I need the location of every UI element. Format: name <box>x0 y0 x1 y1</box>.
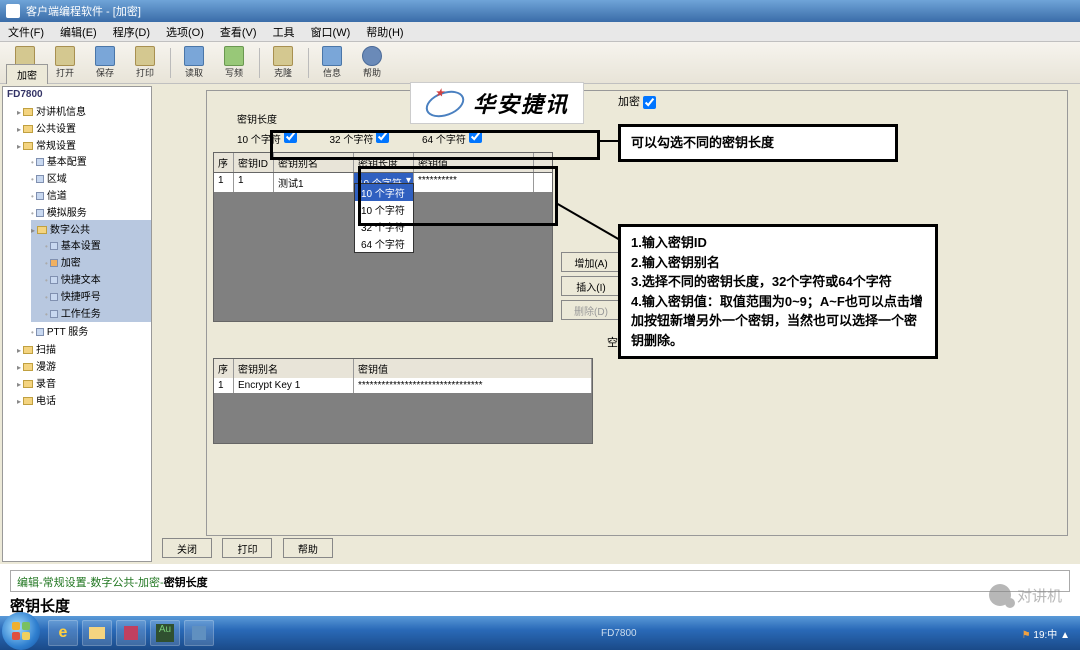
add-button[interactable]: 增加(A) <box>561 252 621 272</box>
tree-root[interactable]: FD7800 <box>3 87 151 102</box>
task-explorer[interactable] <box>82 620 112 646</box>
menu-option[interactable]: 选项(O) <box>158 24 212 40</box>
annotation-2: 1.输入密钥ID 2.输入密钥别名 3.选择不同的密钥长度，32个字符或64个字… <box>618 224 938 359</box>
tree-general[interactable]: 常规设置 基本配置 区域 信道 模拟服务 数字公共 基本设置 加密 快捷文本 快… <box>17 136 151 340</box>
task-app3[interactable] <box>184 620 214 646</box>
task-app1[interactable] <box>116 620 146 646</box>
tab-encrypt[interactable]: 加密 <box>6 64 48 84</box>
section-title-encrypt: 加密 <box>207 91 1067 111</box>
app-icon <box>6 4 20 18</box>
anno-line-1 <box>600 140 618 142</box>
insert-button[interactable]: 插入(I) <box>561 276 621 296</box>
wechat-icon <box>989 584 1011 606</box>
menu-tool[interactable]: 工具 <box>265 24 303 40</box>
th-id: 密钥ID <box>234 153 274 172</box>
tree-phone[interactable]: 电话 <box>17 391 151 408</box>
menu-window[interactable]: 窗口(W) <box>303 24 359 40</box>
logo-icon <box>425 88 465 118</box>
tree-public[interactable]: 公共设置 <box>17 119 151 136</box>
delete-button[interactable]: 删除(D) <box>561 300 621 320</box>
nav-tree[interactable]: FD7800 对讲机信息 公共设置 常规设置 基本配置 区域 信道 模拟服务 数… <box>2 86 152 562</box>
encrypt-checkbox[interactable] <box>643 96 656 109</box>
highlight-box-keylen <box>270 130 600 160</box>
toolbar: 新建 打开 保存 打印 读取 写频 克隆 信息 帮助 <box>0 42 1080 84</box>
tb-open[interactable]: 打开 <box>46 44 84 82</box>
brand-logo: 华安捷讯 <box>410 82 584 124</box>
highlight-box-table <box>358 166 558 226</box>
tree-roam[interactable]: 漫游 <box>17 357 151 374</box>
help-button[interactable]: 帮助 <box>283 538 333 558</box>
tree-ptt[interactable]: PTT 服务 <box>31 322 151 339</box>
air-key-table[interactable]: 序 密钥别名 密钥值 1 Encrypt Key 1 *************… <box>213 358 593 444</box>
tree-basic[interactable]: 基本设置 <box>45 236 151 253</box>
table-row[interactable]: 1 Encrypt Key 1 ************************… <box>214 378 592 393</box>
wechat-watermark: 对讲机 <box>989 584 1062 606</box>
menu-edit[interactable]: 编辑(E) <box>52 24 105 40</box>
tree-analog[interactable]: 模拟服务 <box>31 203 151 220</box>
tb-read[interactable]: 读取 <box>175 44 213 82</box>
start-button[interactable] <box>2 612 40 650</box>
task-center-label: FD7800 <box>216 628 1022 639</box>
th-seq: 序 <box>214 153 234 172</box>
menu-view[interactable]: 查看(V) <box>212 24 265 40</box>
window-titlebar: 客户端编程软件 - [加密] <box>0 0 1080 22</box>
tb-clone[interactable]: 克隆 <box>264 44 302 82</box>
tb-help[interactable]: 帮助 <box>353 44 391 82</box>
dropdown-opt-64[interactable]: 64 个字符 <box>355 235 413 252</box>
menu-program[interactable]: 程序(D) <box>105 24 158 40</box>
task-app2[interactable]: Au <box>150 620 180 646</box>
tb-info[interactable]: 信息 <box>313 44 351 82</box>
close-button[interactable]: 关闭 <box>162 538 212 558</box>
tray[interactable]: ⚑ 19:中 ▲ <box>1022 626 1070 641</box>
tab-strip: 加密 <box>6 64 48 84</box>
task-ie[interactable]: e <box>48 620 78 646</box>
menu-help[interactable]: 帮助(H) <box>358 24 411 40</box>
tree-scan[interactable]: 扫描 <box>17 340 151 357</box>
tree-digital[interactable]: 数字公共 基本设置 加密 快捷文本 快捷呼号 工作任务 <box>31 220 151 322</box>
menu-file[interactable]: 文件(F) <box>0 24 52 40</box>
tree-record[interactable]: 录音 <box>17 374 151 391</box>
tb-write[interactable]: 写频 <box>215 44 253 82</box>
tree-quickcall[interactable]: 快捷呼号 <box>45 287 151 304</box>
th2-seq: 序 <box>214 359 234 378</box>
print-button[interactable]: 打印 <box>222 538 272 558</box>
window-title: 客户端编程软件 - [加密] <box>26 3 141 19</box>
breadcrumb: 编辑-常规设置-数字公共-加密-密钥长度 <box>10 570 1070 592</box>
tree-radioinfo[interactable]: 对讲机信息 <box>17 102 151 119</box>
th2-alias: 密钥别名 <box>234 359 354 378</box>
th2-val: 密钥值 <box>354 359 592 378</box>
tree-quicktext[interactable]: 快捷文本 <box>45 270 151 287</box>
tb-save[interactable]: 保存 <box>86 44 124 82</box>
tree-jobtask[interactable]: 工作任务 <box>45 304 151 321</box>
annotation-1: 可以勾选不同的密钥长度 <box>618 124 898 162</box>
tree-channel[interactable]: 信道 <box>31 186 151 203</box>
tree-encrypt[interactable]: 加密 <box>45 253 151 270</box>
menu-bar: 文件(F) 编辑(E) 程序(D) 选项(O) 查看(V) 工具 窗口(W) 帮… <box>0 22 1080 42</box>
tree-zone[interactable]: 区域 <box>31 169 151 186</box>
taskbar: e Au FD7800 ⚑ 19:中 ▲ <box>0 616 1080 650</box>
tb-print[interactable]: 打印 <box>126 44 164 82</box>
tree-basicconf[interactable]: 基本配置 <box>31 152 151 169</box>
